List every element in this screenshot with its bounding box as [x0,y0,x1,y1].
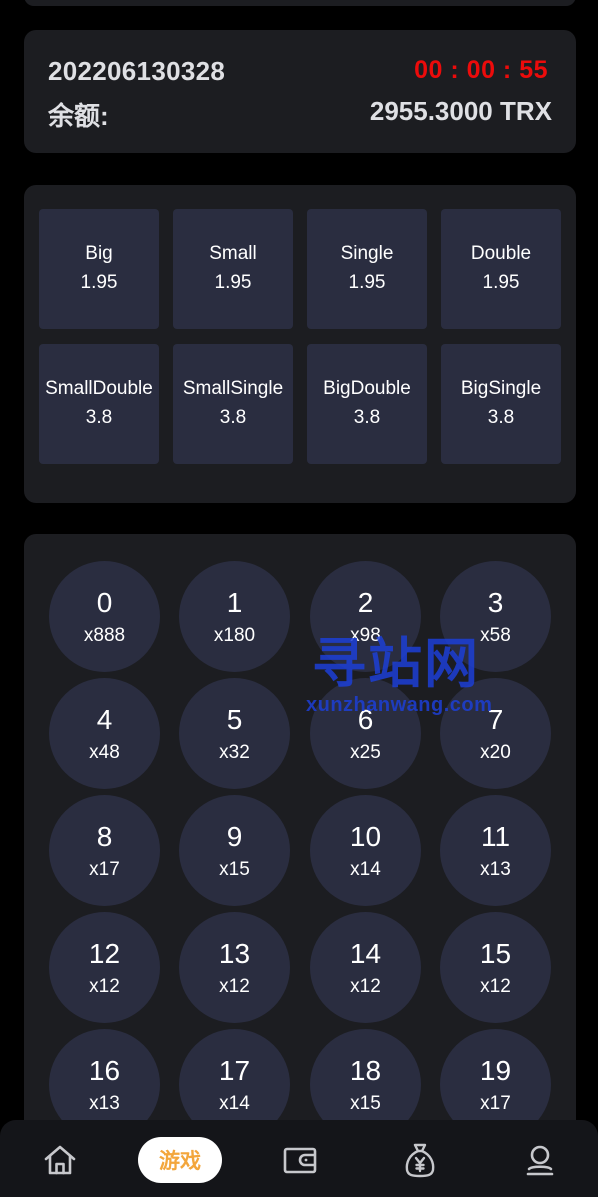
number-ball-15[interactable]: 15 x12 [440,912,551,1023]
number-ball-8[interactable]: 8 x17 [49,795,160,906]
bet-option-double[interactable]: Double 1.95 [441,209,561,329]
game-page: 202206130328 00 : 00 : 55 余额: 2955.3000 … [0,0,598,1197]
home-icon [44,1145,76,1175]
bet-option-small[interactable]: Small 1.95 [173,209,293,329]
number-ball-14[interactable]: 14 x12 [310,912,421,1023]
nav-wallet[interactable] [278,1138,322,1182]
number-multiplier: x180 [213,624,256,646]
bet-option-odds: 3.8 [487,407,515,428]
money-bag-icon [405,1143,435,1178]
number-ball-13[interactable]: 13 x12 [179,912,290,1023]
nav-profile[interactable] [518,1138,562,1182]
period-number: 202206130328 [48,56,226,86]
number-value: 4 [96,703,113,735]
number-multiplier: x12 [219,975,250,997]
number-value: 10 [349,820,382,852]
bet-option-small-double[interactable]: SmallDouble 3.8 [39,344,159,464]
number-multiplier: x13 [480,858,511,880]
number-ball-12[interactable]: 12 x12 [49,912,160,1023]
nav-game[interactable]: 游戏 [138,1137,222,1183]
number-value: 8 [96,820,113,852]
number-value: 5 [226,703,243,735]
bet-option-name: Single [340,243,394,264]
number-multiplier: x17 [89,858,120,880]
number-ball-9[interactable]: 9 x15 [179,795,290,906]
number-multiplier: x14 [350,858,381,880]
bet-option-name: Double [470,243,532,264]
bet-option-big-single[interactable]: BigSingle 3.8 [441,344,561,464]
number-value: 19 [479,1054,512,1086]
number-value: 13 [218,937,251,969]
number-multiplier: x12 [350,975,381,997]
number-multiplier: x13 [89,1092,120,1114]
number-value: 15 [479,937,512,969]
number-multiplier: x14 [219,1092,250,1114]
countdown-timer: 00 : 00 : 55 [414,56,548,84]
number-multiplier: x32 [219,741,250,763]
number-value: 2 [357,586,374,618]
bet-option-single[interactable]: Single 1.95 [307,209,427,329]
number-ball-10[interactable]: 10 x14 [310,795,421,906]
bet-option-name: Big [85,243,113,264]
number-multiplier: x17 [480,1092,511,1114]
number-value: 16 [88,1054,121,1086]
number-ball-11[interactable]: 11 x13 [440,795,551,906]
number-multiplier: x15 [350,1092,381,1114]
bet-option-name: BigDouble [323,378,411,399]
number-value: 9 [226,820,243,852]
previous-card-edge [24,0,576,6]
nav-money[interactable] [398,1138,442,1182]
bet-option-odds: 3.8 [353,407,381,428]
nav-home[interactable] [38,1138,82,1182]
number-multiplier: x12 [480,975,511,997]
balance-value: 2955.3000 TRX [369,96,552,126]
bet-options-card: Big 1.95 Small 1.95 Single 1.95 Double 1… [24,185,576,503]
round-info-card: 202206130328 00 : 00 : 55 余额: 2955.3000 … [24,30,576,153]
bet-option-odds: 1.95 [80,272,118,293]
bet-option-odds: 3.8 [85,407,113,428]
number-ball-0[interactable]: 0 x888 [49,561,160,672]
number-value: 1 [226,586,243,618]
number-value: 18 [349,1054,382,1086]
bet-option-name: SmallDouble [45,378,153,399]
number-ball-2[interactable]: 2 x98 [310,561,421,672]
number-multiplier: x20 [480,741,511,763]
number-multiplier: x888 [83,624,126,646]
number-ball-3[interactable]: 3 x58 [440,561,551,672]
number-multiplier: x58 [480,624,511,646]
number-ball-1[interactable]: 1 x180 [179,561,290,672]
number-value: 6 [357,703,374,735]
bet-option-name: BigSingle [460,378,542,399]
profile-icon [526,1145,554,1176]
balance-label: 余额: [48,101,109,131]
number-value: 7 [487,703,504,735]
number-ball-4[interactable]: 4 x48 [49,678,160,789]
number-value: 0 [96,586,113,618]
number-multiplier: x15 [219,858,250,880]
number-value: 12 [88,937,121,969]
bet-option-name: SmallSingle [182,378,284,399]
number-ball-7[interactable]: 7 x20 [440,678,551,789]
number-multiplier: x25 [350,741,381,763]
bet-option-odds: 3.8 [219,407,247,428]
wallet-icon [283,1147,317,1174]
bet-option-odds: 1.95 [482,272,520,293]
number-multiplier: x48 [89,741,120,763]
number-value: 3 [487,586,504,618]
number-multiplier: x98 [350,624,381,646]
number-value: 11 [480,820,511,852]
number-ball-6[interactable]: 6 x25 [310,678,421,789]
number-value: 17 [218,1054,251,1086]
bet-option-small-single[interactable]: SmallSingle 3.8 [173,344,293,464]
number-value: 14 [349,937,382,969]
bet-option-big[interactable]: Big 1.95 [39,209,159,329]
bet-option-big-double[interactable]: BigDouble 3.8 [307,344,427,464]
bet-option-odds: 1.95 [214,272,252,293]
number-multiplier: x12 [89,975,120,997]
bet-option-odds: 1.95 [348,272,386,293]
number-ball-5[interactable]: 5 x32 [179,678,290,789]
bet-options-grid: Big 1.95 Small 1.95 Single 1.95 Double 1… [39,209,561,464]
bottom-nav-bar: 游戏 [0,1120,598,1197]
bet-option-name: Small [209,243,257,264]
